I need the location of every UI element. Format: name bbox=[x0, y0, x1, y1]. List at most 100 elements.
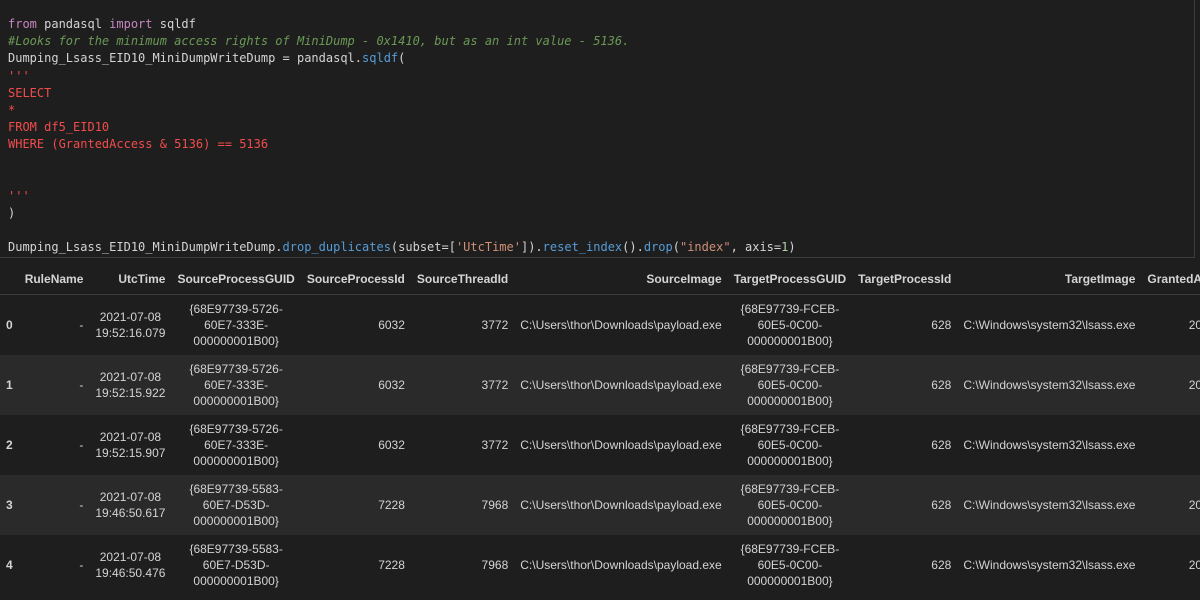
cell-utc-time: 2021-07-08 19:52:15.907 bbox=[89, 415, 171, 475]
cell-utc-time: 2021-07-08 19:52:15.922 bbox=[89, 355, 171, 415]
column-header: SourceProcessId bbox=[300, 263, 411, 295]
cell-target-image: C:\Windows\system32\lsass.exe bbox=[957, 415, 1141, 475]
code-line: ) bbox=[8, 205, 1190, 222]
cell-source-process-guid: {68E97739-5583- 60E7-D53D- 000000001B00} bbox=[171, 535, 300, 595]
cell-text: 60E7-333E- bbox=[204, 377, 269, 392]
code-line: ''' bbox=[8, 188, 1190, 205]
code-cell[interactable]: from pandasql import sqldf #Looks for the… bbox=[0, 0, 1195, 258]
cell-text: 000000001B00} bbox=[747, 393, 833, 408]
cell-text: {68E97739-FCEB- bbox=[740, 481, 840, 496]
cell-source-image: C:\Users\thor\Downloads\payload.exe bbox=[514, 535, 727, 595]
code-token: , axis= bbox=[730, 240, 782, 255]
cell-text: 1 bbox=[6, 377, 13, 392]
row-index: 3 bbox=[0, 475, 19, 535]
code-token: reset_index bbox=[542, 240, 623, 255]
cell-source-process-guid: {68E97739-5726- 60E7-333E- 000000001B00} bbox=[171, 295, 300, 355]
column-header: TargetProcessId bbox=[852, 263, 958, 295]
column-header: SourceImage bbox=[514, 263, 728, 295]
cell-utc-time: 2021-07-08 19:52:16.079 bbox=[89, 295, 171, 355]
cell-target-process-guid: {68E97739-FCEB- 60E5-0C00- 000000001B00} bbox=[728, 415, 852, 475]
cell-source-process-id: 7228 bbox=[301, 475, 411, 535]
column-header: TargetProcessGUID bbox=[727, 263, 853, 295]
cell-text: 19:46:50.617 bbox=[95, 505, 166, 520]
cell-text: 2021-07-08 bbox=[99, 429, 162, 444]
code-token: drop_duplicates bbox=[282, 240, 391, 255]
code-token: Dumping_Lsass_EID10_MiniDumpWriteDump = … bbox=[8, 51, 363, 66]
cell-text: {68E97739-5583- bbox=[189, 481, 283, 496]
cell-text: 4 bbox=[6, 557, 13, 572]
cell-source-process-id: 6032 bbox=[301, 295, 411, 355]
cell-text: C:\Windows\system32\lsass.exe bbox=[963, 437, 1136, 452]
cell-text: {68E97739-FCEB- bbox=[740, 361, 840, 376]
cell-text: 2021-07-08 bbox=[99, 309, 162, 324]
table-row: 4-2021-07-08 19:46:50.476 {68E97739-5583- 6… bbox=[0, 535, 1200, 595]
table-row: 0-2021-07-08 19:52:16.079 {68E97739-5726- 6… bbox=[0, 295, 1200, 355]
cell-text: 2021-07-08 bbox=[99, 549, 162, 564]
cell-source-image: C:\Users\thor\Downloads\payload.exe bbox=[514, 355, 727, 415]
cell-text: 628 bbox=[931, 497, 952, 512]
cell-text: 3772 bbox=[481, 317, 509, 332]
cell-text: 19:46:50.476 bbox=[95, 565, 166, 580]
cell-text: - bbox=[79, 497, 84, 512]
cell-text: {68E97739-FCEB- bbox=[740, 541, 840, 556]
code-token: ''' bbox=[8, 188, 30, 203]
cell-text: 000000001B00} bbox=[193, 393, 279, 408]
cell-source-thread-id: 3772 bbox=[411, 415, 514, 475]
cell-source-thread-id: 7968 bbox=[411, 535, 514, 595]
cell-text: C:\Users\thor\Downloads\payload.exe bbox=[520, 437, 722, 452]
cell-granted-access: 209715 bbox=[1141, 535, 1200, 595]
code-token: ]). bbox=[520, 240, 543, 255]
code-token: ) bbox=[788, 240, 796, 255]
cell-rule-name: - bbox=[19, 295, 90, 355]
column-header: TargetImage bbox=[957, 263, 1142, 295]
code-token: (). bbox=[622, 240, 644, 255]
row-index: 2 bbox=[0, 415, 19, 475]
code-token: from bbox=[8, 17, 37, 31]
row-index: 0 bbox=[0, 295, 19, 355]
code-token: "index" bbox=[679, 240, 731, 255]
cell-text: 000000001B00} bbox=[747, 453, 833, 468]
cell-target-process-guid: {68E97739-FCEB- 60E5-0C00- 000000001B00} bbox=[728, 295, 852, 355]
cell-rule-name: - bbox=[19, 355, 90, 415]
cell-text: 628 bbox=[931, 377, 952, 392]
cell-text: C:\Windows\system32\lsass.exe bbox=[963, 557, 1136, 572]
column-header: UtcTime bbox=[89, 263, 172, 295]
cell-text: 000000001B00} bbox=[747, 573, 833, 588]
cell-text: - bbox=[79, 557, 84, 572]
cell-utc-time: 2021-07-08 19:46:50.617 bbox=[89, 475, 171, 535]
dataframe-table: RuleName UtcTime SourceProcessGUID SourcePr… bbox=[0, 263, 1200, 595]
cell-text: 60E7-D53D- bbox=[202, 497, 270, 512]
cell-text: 209715 bbox=[1188, 497, 1200, 512]
code-token: sqldf bbox=[362, 51, 399, 66]
cell-text: 209715 bbox=[1188, 377, 1200, 392]
cell-text: 628 bbox=[931, 557, 952, 572]
cell-target-image: C:\Windows\system32\lsass.exe bbox=[957, 535, 1141, 595]
cell-granted-access: 209715 bbox=[1141, 295, 1200, 355]
cell-source-process-guid: {68E97739-5583- 60E7-D53D- 000000001B00} bbox=[171, 475, 300, 535]
cell-text: 19:52:16.079 bbox=[95, 325, 166, 340]
code-token: ( bbox=[398, 51, 406, 66]
cell-text: 000000001B00} bbox=[747, 333, 833, 348]
table-header-row: RuleName UtcTime SourceProcessGUID SourcePr… bbox=[0, 263, 1200, 295]
cell-granted-access: 209715 bbox=[1141, 355, 1200, 415]
cell-text: 60E7-333E- bbox=[204, 317, 269, 332]
code-line: from pandasql import sqldf bbox=[8, 16, 1190, 33]
cell-text: {68E97739-5583- bbox=[189, 541, 283, 556]
code-editor[interactable]: from pandasql import sqldf #Looks for the… bbox=[8, 16, 1190, 257]
cell-text: 6032 bbox=[378, 377, 405, 392]
cell-target-image: C:\Windows\system32\lsass.exe bbox=[957, 355, 1141, 415]
table-body: 0-2021-07-08 19:52:16.079 {68E97739-5726- 6… bbox=[0, 295, 1200, 595]
cell-source-image: C:\Users\thor\Downloads\payload.exe bbox=[514, 415, 727, 475]
cell-rule-name: - bbox=[19, 475, 90, 535]
cell-source-thread-id: 7968 bbox=[411, 475, 514, 535]
output-area: RuleName UtcTime SourceProcessGUID SourcePr… bbox=[0, 263, 1200, 600]
cell-text: 3 bbox=[6, 497, 13, 512]
cell-text: {68E97739-5726- bbox=[189, 421, 283, 436]
cell-text: 209715 bbox=[1188, 317, 1200, 332]
cell-utc-time: 2021-07-08 19:46:50.476 bbox=[89, 535, 171, 595]
cell-text: 000000001B00} bbox=[193, 453, 279, 468]
cell-target-process-id: 628 bbox=[852, 475, 957, 535]
cell-text: 0 bbox=[6, 317, 13, 332]
